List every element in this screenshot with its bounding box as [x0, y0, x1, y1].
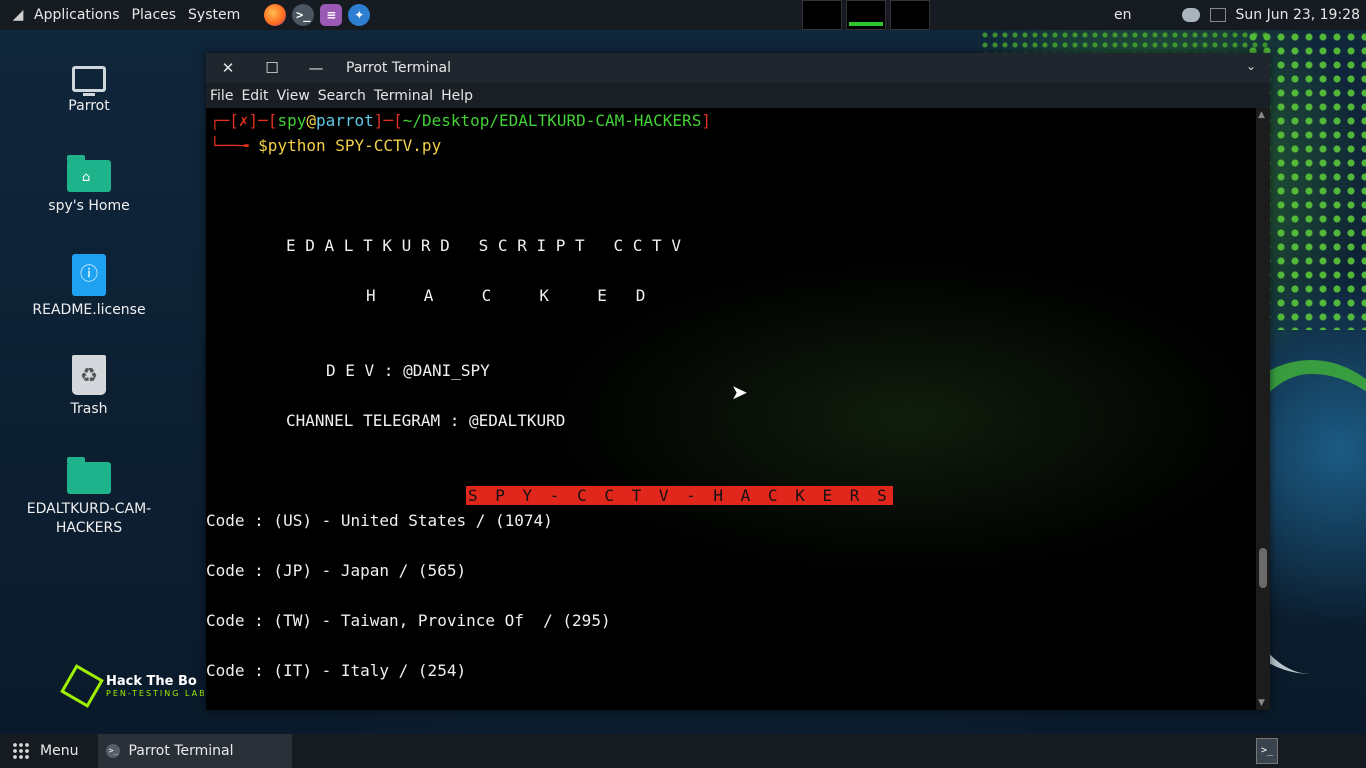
close-icon[interactable]: ✕ — [206, 59, 250, 77]
top-panel: ◢ Applications Places System >_ ≡ ✦ en S… — [0, 0, 1366, 30]
desktop-icon-home[interactable]: ⌂ spy's Home — [14, 155, 164, 214]
scroll-up-icon[interactable]: ▲ — [1258, 110, 1265, 120]
scroll-down-icon[interactable]: ▼ — [1258, 698, 1265, 708]
trash-icon: ♻ — [72, 355, 106, 395]
terminal-icon[interactable]: >_ — [292, 4, 315, 26]
desktop-icon-edaltkurd-folder[interactable]: EDALTKURD-CAM-HACKERS — [14, 457, 164, 538]
chevron-down-icon[interactable]: ⌄ — [1246, 59, 1256, 73]
clock[interactable]: Sun Jun 23, 19:28 — [1236, 7, 1360, 23]
banner-line-1: E D A L T K U R D S C R I P T C C T V — [286, 236, 681, 255]
keyboard-layout[interactable]: en — [1114, 7, 1132, 23]
desktop-icon-label: Parrot — [68, 98, 110, 114]
desktop-icon-label: README.license — [32, 302, 146, 318]
menu-help[interactable]: Help — [437, 88, 477, 104]
minimize-icon[interactable]: — — [294, 59, 338, 77]
screen-icon[interactable] — [1209, 8, 1226, 22]
desktop-icon-trash[interactable]: ♻ Trash — [14, 355, 164, 417]
show-terminal-icon[interactable]: >_ — [1256, 738, 1278, 764]
apps-grid-icon — [12, 742, 30, 760]
parrot-icon[interactable]: ✦ — [348, 4, 371, 26]
dev-line: D E V : @DANI_SPY — [326, 361, 490, 380]
desktop-icon-parrot[interactable]: Parrot — [14, 60, 164, 114]
code-line: Code : (US) - United States / (1074) — [206, 511, 553, 530]
window-title: Parrot Terminal — [346, 60, 452, 76]
htb-logo: Hack The Bo PEN-TESTING LAB — [60, 664, 207, 708]
htb-cube-icon — [60, 664, 104, 708]
applications-menu[interactable]: Applications — [28, 7, 126, 23]
prompt-path: ~/Desktop/EDALTKURD-CAM-HACKERS — [402, 111, 702, 130]
window-menubar: File Edit View Search Terminal Help — [206, 83, 1270, 108]
terminal-output[interactable]: ┌─[✗]─[spy@parrot]─[~/Desktop/EDALTKURD-… — [206, 108, 1256, 710]
desktop-icon-label: EDALTKURD-CAM-HACKERS — [26, 501, 152, 536]
taskbar-item-parrot-terminal[interactable]: >_ Parrot Terminal — [98, 734, 293, 768]
menu-edit[interactable]: Edit — [237, 88, 272, 104]
menu-file[interactable]: File — [206, 88, 237, 104]
command-line: └──╼ $python SPY-CCTV.py — [210, 136, 442, 155]
channel-line: CHANNEL TELEGRAM : @EDALTKURD — [286, 411, 566, 430]
network-monitor — [890, 0, 930, 30]
code-line: Code : (JP) - Japan / (565) — [206, 561, 467, 580]
prompt-host: parrot — [316, 111, 374, 130]
terminal-scrollbar[interactable]: ▲ ▼ — [1256, 108, 1270, 710]
code-line: Code : (IT) - Italy / (254) — [206, 661, 467, 680]
mouse-cursor-icon: ➤ — [731, 380, 748, 404]
menu-search[interactable]: Search — [314, 88, 370, 104]
desktop-icon-label: spy's Home — [48, 198, 130, 214]
prompt-line: ┌─[✗]─[spy@parrot]─[~/Desktop/EDALTKURD-… — [210, 111, 711, 130]
spy-cctv-banner-text: S P Y - C C T V - H A C K E R S — [466, 486, 893, 505]
banner-line-2: H A C K E D — [366, 286, 646, 305]
system-menu[interactable]: System — [182, 7, 246, 23]
scrollbar-thumb[interactable] — [1259, 548, 1267, 588]
htb-subtitle: PEN-TESTING LAB — [106, 689, 207, 698]
info-file-icon: ⓘ — [72, 254, 106, 296]
command-text: $python SPY-CCTV.py — [258, 136, 442, 155]
computer-icon — [72, 66, 106, 96]
text-editor-icon[interactable]: ≡ — [320, 4, 343, 26]
parrot-logo-icon[interactable]: ◢ — [8, 5, 28, 25]
cloud-icon[interactable] — [1181, 8, 1200, 22]
folder-icon — [67, 457, 111, 494]
menu-label: Menu — [40, 743, 79, 759]
code-line: Code : (TW) - Taiwan, Province Of / (295… — [206, 611, 611, 630]
terminal-icon: >_ — [106, 744, 121, 758]
home-folder-icon: ⌂ — [67, 155, 111, 192]
prompt-status: ✗ — [238, 111, 249, 130]
top-right-tray: en Sun Jun 23, 19:28 — [1114, 0, 1366, 30]
desktop-icon-label: Trash — [70, 401, 108, 417]
window-titlebar[interactable]: ✕ ☐ — Parrot Terminal ⌄ — [206, 53, 1270, 83]
htb-title: Hack The Bo — [106, 674, 197, 689]
maximize-icon[interactable]: ☐ — [250, 59, 294, 77]
prompt-user: spy — [277, 111, 307, 130]
menu-view[interactable]: View — [273, 88, 314, 104]
firefox-icon[interactable] — [264, 4, 287, 26]
spy-cctv-banner: S P Y - C C T V - H A C K E R S — [466, 486, 893, 505]
menu-terminal[interactable]: Terminal — [370, 88, 437, 104]
system-monitor[interactable] — [802, 0, 930, 30]
places-menu[interactable]: Places — [126, 7, 183, 23]
memory-monitor — [846, 0, 886, 30]
menu-button[interactable]: Menu — [0, 742, 90, 760]
desktop-icon-readme[interactable]: ⓘ README.license — [14, 254, 164, 318]
taskbar-item-label: Parrot Terminal — [128, 743, 234, 759]
bottom-panel: Menu >_ Parrot Terminal — [0, 734, 1366, 768]
cpu-monitor — [802, 0, 842, 30]
launchers: >_ ≡ ✦ — [264, 4, 371, 26]
